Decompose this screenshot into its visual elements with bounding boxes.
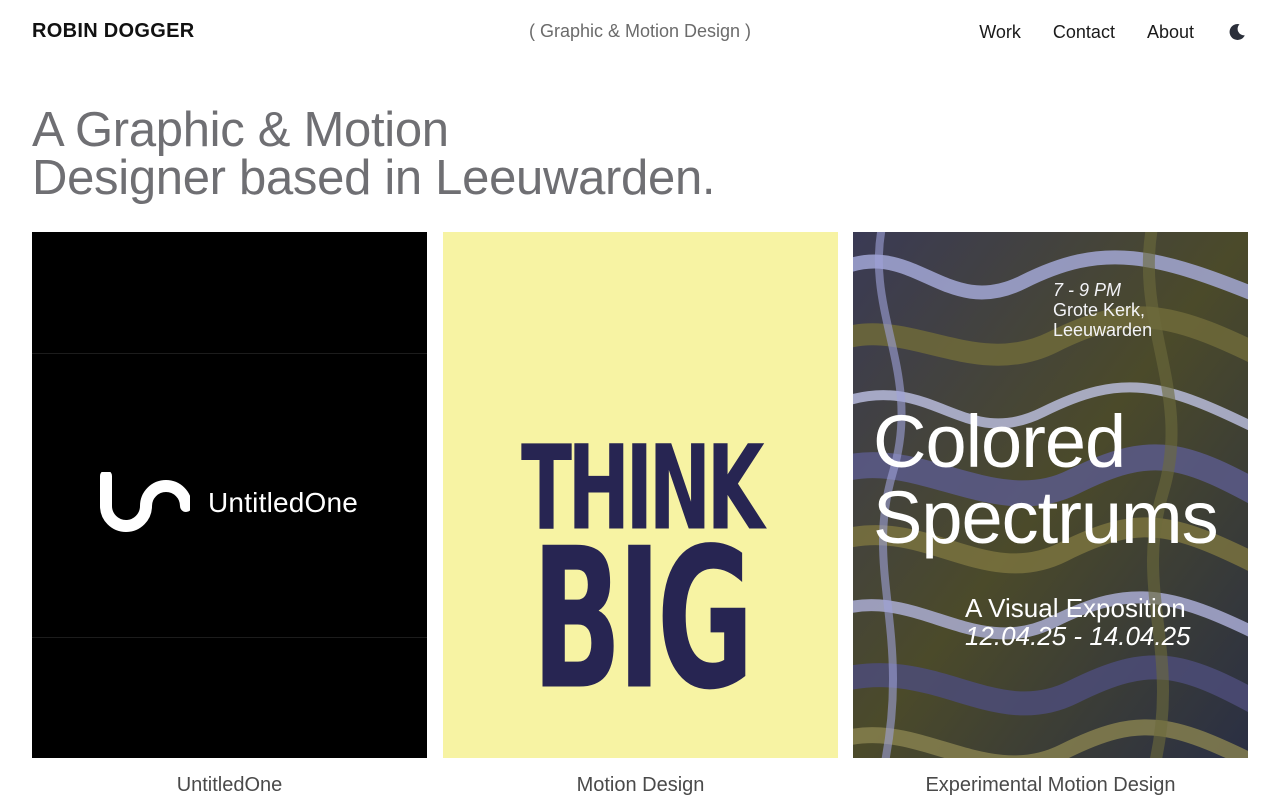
poster-title-line-2: Spectrums <box>873 476 1219 559</box>
poster-subtitle: A Visual Exposition <box>965 593 1186 623</box>
hero-heading: A Graphic & Motion Designer based in Lee… <box>32 103 932 205</box>
poster-venue-line-2: Leeuwarden <box>1053 320 1153 340</box>
main-nav: Work Contact About <box>947 21 1248 43</box>
poster-event-info: 7 - 9 PM Grote Kerk, Leeuwarden <box>1053 280 1152 340</box>
site-header: ROBIN DOGGER ( Graphic & Motion Design )… <box>0 0 1280 64</box>
poster-word-big: BIG <box>531 506 754 733</box>
theme-toggle-button[interactable] <box>1226 21 1248 43</box>
project-caption-untitledone[interactable]: UntitledOne <box>32 774 427 797</box>
project-card-experimental-motion[interactable]: 7 - 9 PM Grote Kerk, Leeuwarden Colored … <box>853 232 1248 758</box>
nav-about-link[interactable]: About <box>1147 22 1194 43</box>
nav-work-link[interactable]: Work <box>979 22 1021 43</box>
project-caption-motion-design[interactable]: Motion Design <box>443 774 838 797</box>
project-card-motion-design[interactable]: THINK BIG <box>443 232 838 758</box>
poster-venue-line-1: Grote Kerk, <box>1053 300 1146 320</box>
untitledone-logo-icon <box>100 472 190 532</box>
divider <box>32 637 427 638</box>
untitledone-brand: UntitledOne <box>98 472 358 534</box>
divider <box>32 353 427 354</box>
hero-line-1: A Graphic & Motion <box>32 103 449 157</box>
nav-contact-link[interactable]: Contact <box>1053 22 1115 43</box>
project-card-untitledone[interactable]: UntitledOne <box>32 232 427 758</box>
poster-dates: 12.04.25 - 14.04.25 <box>965 621 1191 651</box>
moon-icon <box>1229 23 1245 40</box>
poster-subtitle-block: A Visual Exposition 12.04.25 - 14.04.25 <box>965 594 1191 650</box>
poster-title: Colored Spectrums <box>873 400 1219 559</box>
poster-time: 7 - 9 PM <box>1053 280 1122 300</box>
brand-name: UntitledOne <box>208 487 359 518</box>
poster-title-line-1: Colored <box>873 400 1126 483</box>
project-caption-experimental-motion[interactable]: Experimental Motion Design <box>853 774 1248 797</box>
hero-line-2: Designer based in Leeuwarden. <box>32 151 716 205</box>
